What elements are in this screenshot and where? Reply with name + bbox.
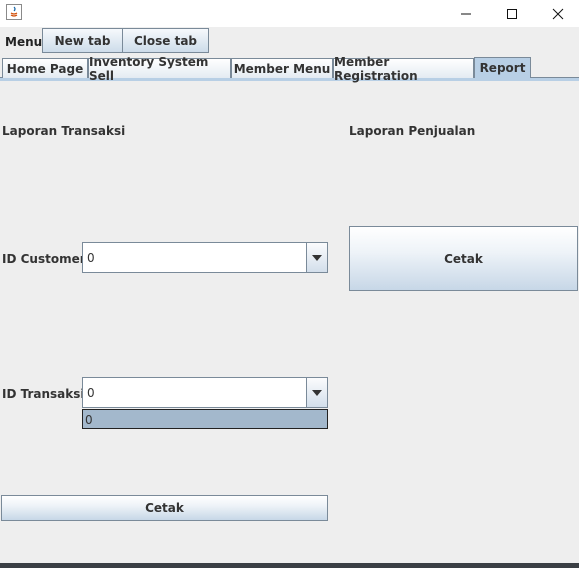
laporan-transaksi-heading: Laporan Transaksi [2, 124, 126, 138]
cetak-penjualan-button[interactable]: Cetak [349, 226, 578, 291]
laporan-penjualan-heading: Laporan Penjualan [349, 124, 476, 138]
chevron-down-icon [312, 254, 322, 261]
tab-report[interactable]: Report [474, 57, 531, 78]
close-icon [552, 8, 564, 19]
dropdown-option-label: 0 [85, 413, 93, 427]
tab-inventory-system-sell[interactable]: Inventory System Sell [88, 55, 231, 83]
cetak-transaksi-button[interactable]: Cetak [1, 495, 328, 521]
id-customer-dropdown-arrow[interactable] [306, 243, 327, 272]
id-transaksi-dropdown-option[interactable]: 0 [82, 409, 328, 429]
java-icon [6, 4, 22, 20]
id-customer-value: 0 [87, 251, 95, 265]
tab-content-border [0, 78, 579, 81]
id-transaksi-dropdown-arrow[interactable] [306, 378, 327, 407]
close-tab-button[interactable]: Close tab [122, 28, 209, 53]
tab-member-registration[interactable]: Member Registration [333, 55, 474, 83]
new-tab-button[interactable]: New tab [42, 28, 123, 53]
close-button[interactable] [535, 0, 579, 27]
tab-home-page[interactable]: Home Page [2, 58, 88, 78]
id-customer-combobox[interactable]: 0 [82, 242, 328, 273]
id-transaksi-combobox[interactable]: 0 [82, 377, 328, 408]
minimize-icon [461, 13, 471, 14]
menu-label[interactable]: Menu [5, 35, 42, 49]
id-transaksi-value: 0 [87, 386, 95, 400]
maximize-icon [507, 8, 517, 19]
minimize-button[interactable] [443, 0, 489, 27]
id-transaksi-label: ID Transaksi [2, 387, 85, 401]
id-customer-label: ID Customer [2, 252, 86, 266]
window-bottom-edge [0, 563, 579, 568]
maximize-button[interactable] [489, 0, 535, 27]
tab-member-menu[interactable]: Member Menu [231, 58, 333, 78]
chevron-down-icon [312, 389, 322, 396]
